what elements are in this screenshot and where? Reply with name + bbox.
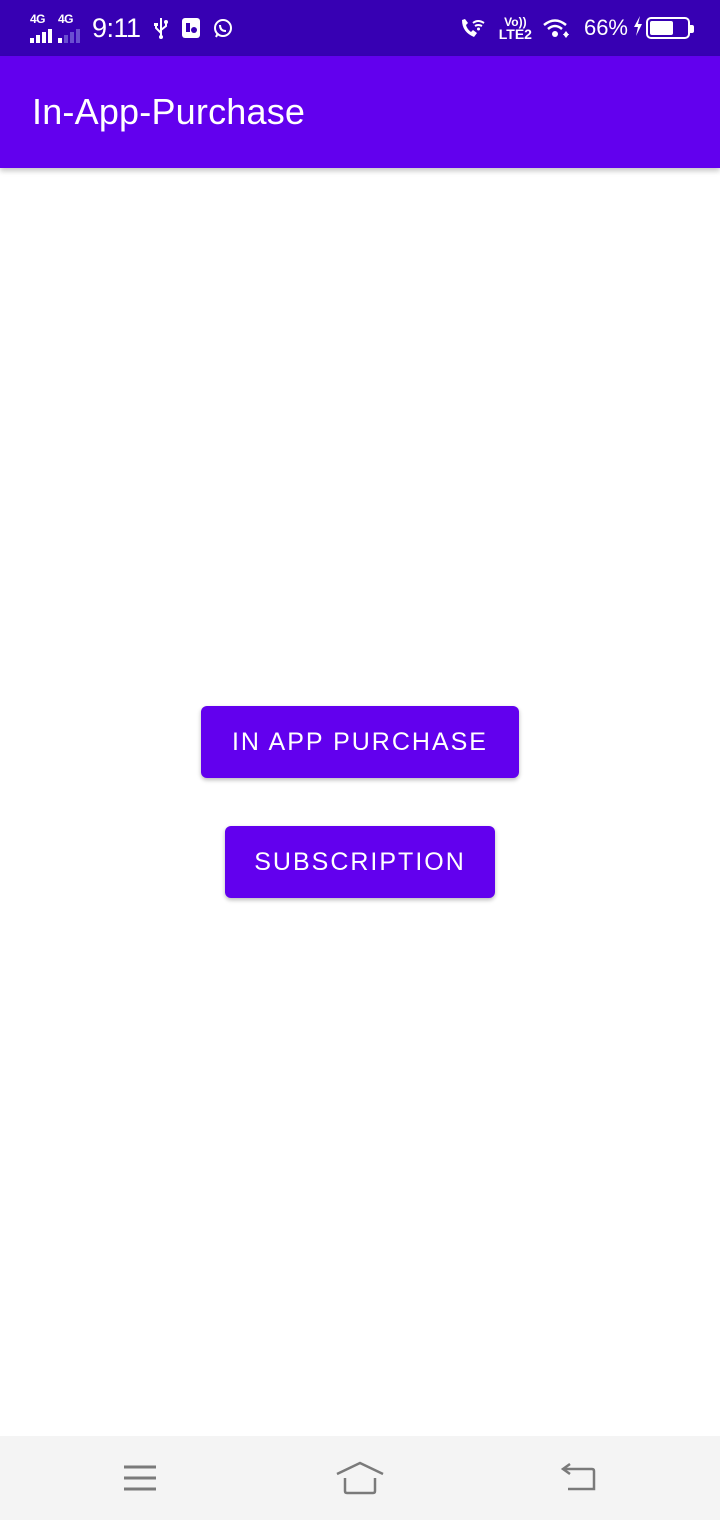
volte-bottom-label: LTE2 — [498, 26, 532, 42]
status-bar: 4G 4G 9:11 Vo)) LTE2 66% — [0, 0, 720, 56]
volte-indicator: Vo)) LTE2 — [498, 16, 532, 42]
sim1-network-label: 4G — [30, 12, 46, 26]
back-icon[interactable] — [548, 1454, 608, 1502]
screen: 4G 4G 9:11 Vo)) LTE2 66% In-App-Purchase… — [0, 0, 720, 1520]
navigation-bar — [0, 1436, 720, 1520]
signal-icon — [58, 29, 80, 43]
signal-icon — [30, 29, 52, 43]
status-bar-right: Vo)) LTE2 66% — [459, 15, 694, 42]
wifi-call-icon — [459, 16, 487, 40]
home-icon[interactable] — [330, 1454, 390, 1502]
sim2-network-label: 4G — [58, 12, 74, 26]
app-bar: In-App-Purchase — [0, 56, 720, 168]
in-app-purchase-button[interactable]: IN APP PURCHASE — [201, 706, 519, 778]
usb-icon — [153, 17, 169, 39]
sim2-signal: 4G — [58, 12, 80, 43]
status-time: 9:11 — [92, 12, 141, 43]
sim1-signal: 4G — [30, 12, 52, 43]
status-bar-left: 4G 4G 9:11 — [30, 12, 245, 44]
whatsapp-icon — [213, 18, 233, 38]
battery-percent: 66% — [583, 15, 628, 40]
menu-icon[interactable] — [110, 1454, 170, 1502]
battery-icon — [646, 17, 694, 39]
subscription-button[interactable]: SUBSCRIPTION — [225, 826, 495, 898]
charging-icon — [632, 15, 644, 42]
sim-toolkit-icon — [181, 17, 201, 39]
page-title: In-App-Purchase — [32, 91, 306, 132]
wifi-icon — [542, 17, 572, 39]
